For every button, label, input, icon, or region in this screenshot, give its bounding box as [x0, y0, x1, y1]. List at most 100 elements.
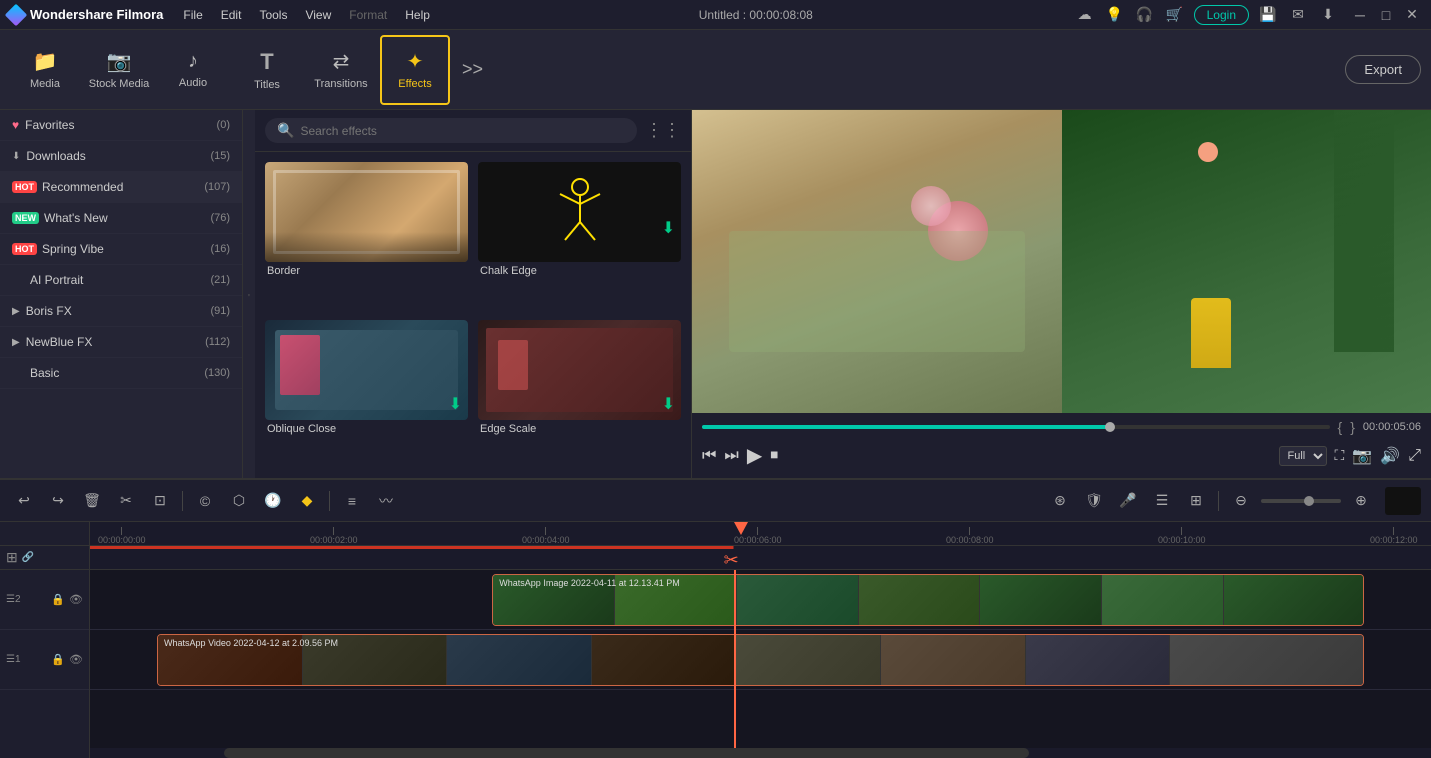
- play-button[interactable]: ▶: [747, 443, 762, 468]
- sidebar-item-favorites[interactable]: ♥ Favorites (0): [0, 110, 242, 141]
- download-icon[interactable]: ⬇: [1317, 4, 1339, 26]
- sidebar-item-whats-new[interactable]: NEW What's New (76): [0, 203, 242, 234]
- effect-border[interactable]: Border: [265, 162, 468, 310]
- download-arrow-icon: ⬇: [12, 151, 20, 162]
- tool-transitions[interactable]: ⇄ Transitions: [306, 35, 376, 105]
- tool-stock-media[interactable]: 📷 Stock Media: [84, 35, 154, 105]
- track-1-lock[interactable]: 🔒: [51, 653, 65, 666]
- waveform-button[interactable]: 〰: [372, 487, 400, 515]
- sidebar-item-ai-portrait[interactable]: AI Portrait (21): [0, 265, 242, 296]
- cloud-icon[interactable]: ☁: [1074, 4, 1096, 26]
- edge-scale-download-icon[interactable]: ⬇: [662, 394, 675, 414]
- effects-panel: 🔍 ⋮⋮ Border: [255, 110, 691, 478]
- stop-button[interactable]: ⏹: [770, 447, 778, 465]
- ruler-mark-2: 00:00:04:00: [522, 527, 570, 545]
- time-display: 00:00:05:06: [1363, 421, 1421, 433]
- tool-titles[interactable]: T Titles: [232, 35, 302, 105]
- track-label-2: ☰2 🔒 👁: [0, 570, 89, 630]
- minimize-button[interactable]: ─: [1349, 4, 1371, 26]
- tool-media[interactable]: 📁 Media: [10, 35, 80, 105]
- mail-icon[interactable]: ✉: [1287, 4, 1309, 26]
- sidebar-item-basic[interactable]: Basic (130): [0, 358, 242, 389]
- ai-icon[interactable]: ⊞: [1182, 487, 1210, 515]
- bulb-icon[interactable]: 💡: [1104, 4, 1126, 26]
- quality-select[interactable]: Full: [1279, 446, 1327, 466]
- menu-tools[interactable]: Tools: [251, 6, 295, 24]
- copy-button[interactable]: ©: [191, 487, 219, 515]
- stamp-button[interactable]: ⬡: [225, 487, 253, 515]
- effects-overlay-icon[interactable]: ⊛: [1046, 487, 1074, 515]
- zoom-thumb[interactable]: [1304, 496, 1314, 506]
- close-button[interactable]: ✕: [1401, 4, 1423, 26]
- undo-button[interactable]: ↩: [10, 487, 38, 515]
- menu-edit[interactable]: Edit: [213, 6, 250, 24]
- sidebar-item-boris-fx[interactable]: ▶ Boris FX (91): [0, 296, 242, 327]
- effect-oblique-close[interactable]: ⬇ Oblique Close: [265, 320, 468, 468]
- tool-effects[interactable]: ✦ Effects: [380, 35, 450, 105]
- menu-format[interactable]: Format: [341, 6, 395, 24]
- crop-tool-button[interactable]: ⊡: [146, 487, 174, 515]
- link-icon[interactable]: 🔗: [22, 552, 34, 563]
- captions-icon[interactable]: ☰: [1148, 487, 1176, 515]
- headphone-icon[interactable]: 🎧: [1134, 4, 1156, 26]
- camera-icon[interactable]: 📷: [1352, 446, 1372, 466]
- search-icon: 🔍: [277, 122, 294, 139]
- resize-handle[interactable]: ···: [243, 110, 255, 478]
- delete-button[interactable]: 🗑: [78, 487, 106, 515]
- preview-video: [692, 110, 1431, 413]
- sidebar-item-spring-vibe[interactable]: HOT Spring Vibe (16): [0, 234, 242, 265]
- clip-track-1[interactable]: WhatsApp Video 2022-04-12 at 2.09.56 PM: [157, 634, 1364, 686]
- audio-adjust-button[interactable]: ≡: [338, 487, 366, 515]
- chalk-download-icon[interactable]: ⬇: [662, 218, 675, 238]
- progress-bar[interactable]: [702, 425, 1330, 429]
- oblique-download-icon[interactable]: ⬇: [449, 394, 462, 414]
- track-2-lock[interactable]: 🔒: [51, 593, 65, 606]
- sidebar-item-downloads[interactable]: ⬇ Downloads (15): [0, 141, 242, 172]
- ruler-content: 00:00:00:00 00:00:02:00 00:00:04:00 00:0…: [98, 522, 1423, 545]
- effects-grid: Border ⬇ Chalk Edge: [255, 152, 691, 478]
- clip-2-label: WhatsApp Image 2022-04-11 at 12.13.41 PM: [499, 578, 679, 588]
- login-button[interactable]: Login: [1194, 5, 1249, 25]
- ruler-tick-4: [969, 527, 970, 535]
- cart-icon[interactable]: 🛒: [1164, 4, 1186, 26]
- keyframe-button[interactable]: ◆: [293, 487, 321, 515]
- menu-help[interactable]: Help: [397, 6, 438, 24]
- mask-icon[interactable]: 🛡: [1080, 487, 1108, 515]
- mic-icon[interactable]: 🎤: [1114, 487, 1142, 515]
- track-1-eye[interactable]: 👁: [69, 653, 83, 666]
- zoom-track[interactable]: [1261, 499, 1341, 503]
- cut-button[interactable]: ✂: [112, 487, 140, 515]
- tool-audio[interactable]: ♪ Audio: [158, 35, 228, 105]
- add-track-icon[interactable]: ⊞: [6, 549, 18, 566]
- grid-view-icon[interactable]: ⋮⋮: [645, 120, 681, 141]
- effect-chalk-edge[interactable]: ⬇ Chalk Edge: [478, 162, 681, 310]
- timeline-area: ↩ ↪ 🗑 ✂ ⊡ © ⬡ 🕐 ◆ ≡ 〰 ⊛ 🛡 🎤 ☰ ⊞ ⊖ ⊕: [0, 478, 1431, 758]
- frame-back-button[interactable]: ⏭: [724, 447, 738, 465]
- save-icon[interactable]: 💾: [1257, 4, 1279, 26]
- export-button[interactable]: Export: [1345, 55, 1421, 84]
- sidebar-item-recommended[interactable]: HOT Recommended (107): [0, 172, 242, 203]
- effect-edge-scale[interactable]: ⬇ Edge Scale: [478, 320, 681, 468]
- more-tools-button[interactable]: >>: [454, 55, 491, 84]
- fullscreen-icon[interactable]: ⛶: [1335, 447, 1345, 464]
- crop-icon[interactable]: ⤢: [1408, 447, 1421, 465]
- clip-track-2[interactable]: WhatsApp Image 2022-04-11 at 12.13.41 PM: [492, 574, 1364, 626]
- timeline-scrollbar[interactable]: [90, 748, 1431, 758]
- search-input[interactable]: [300, 124, 625, 138]
- redo-button[interactable]: ↪: [44, 487, 72, 515]
- volume-icon[interactable]: 🔊: [1380, 446, 1400, 466]
- thumb-1-6: [881, 635, 1026, 685]
- track-2-eye[interactable]: 👁: [69, 593, 83, 606]
- menu-view[interactable]: View: [297, 6, 339, 24]
- hot-badge-recommended: HOT: [12, 181, 37, 193]
- maximize-button[interactable]: □: [1375, 4, 1397, 26]
- zoom-in-button[interactable]: ⊕: [1347, 487, 1375, 515]
- playhead-marker[interactable]: [734, 522, 748, 535]
- clock-button[interactable]: 🕐: [259, 487, 287, 515]
- sidebar-item-newblue-fx[interactable]: ▶ NewBlue FX (112): [0, 327, 242, 358]
- skip-back-button[interactable]: ⏮: [702, 447, 716, 465]
- zoom-out-button[interactable]: ⊖: [1227, 487, 1255, 515]
- scrollbar-thumb[interactable]: [224, 748, 1029, 758]
- menu-file[interactable]: File: [175, 6, 210, 24]
- track-1-num: ☰1: [6, 654, 21, 665]
